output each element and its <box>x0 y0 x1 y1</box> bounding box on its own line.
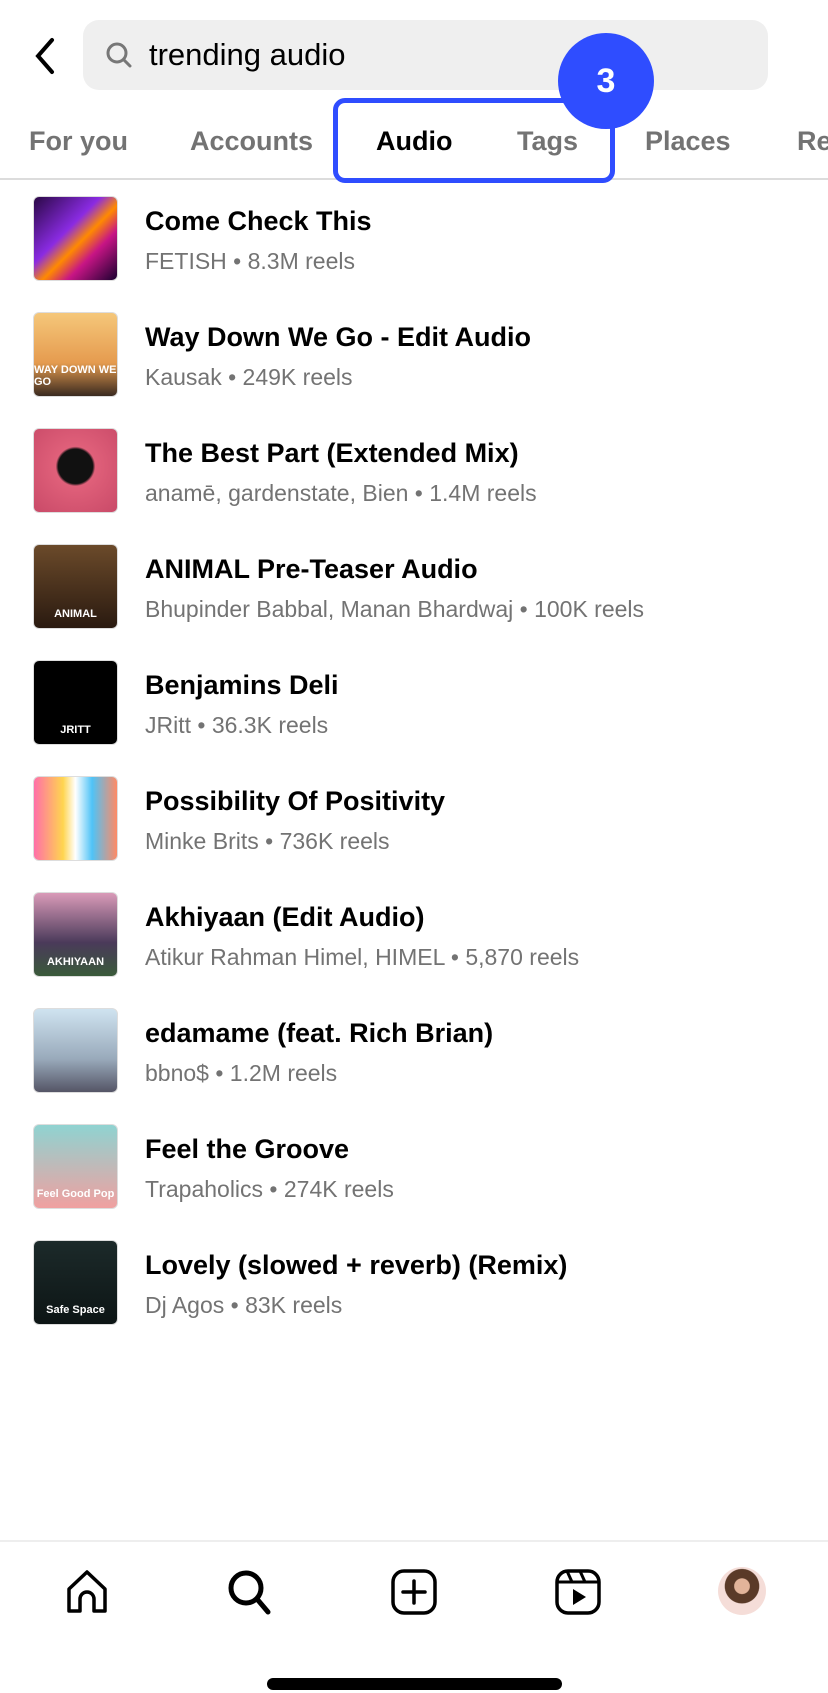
audio-title: Feel the Groove <box>145 1134 350 1164</box>
audio-artist-reels: Bhupinder Babbal, Manan Bhardwaj • 100K … <box>145 596 645 622</box>
audio-result-item[interactable]: Possibility Of Positivity Minke Brits • … <box>0 776 828 892</box>
audio-artist-reels: Minke Brits • 736K reels <box>145 828 390 854</box>
audio-artist-reels: JRitt • 36.3K reels <box>145 712 329 738</box>
cover-art-text: ANIMAL <box>54 608 97 620</box>
audio-cover-thumbnail: Feel Good Pop <box>33 1124 118 1209</box>
audio-cover-thumbnail <box>33 776 118 861</box>
audio-artist-reels: Dj Agos • 83K reels <box>145 1292 343 1318</box>
tab-places[interactable]: Places <box>645 126 731 157</box>
create-post-icon[interactable] <box>389 1567 439 1617</box>
audio-cover-thumbnail: ANIMAL <box>33 544 118 629</box>
audio-title: Lovely (slowed + reverb) (Remix) <box>145 1250 568 1280</box>
audio-artist-reels: bbno$ • 1.2M reels <box>145 1060 338 1086</box>
audio-cover-thumbnail: AKHIYAAN <box>33 892 118 977</box>
reels-icon[interactable] <box>553 1567 603 1617</box>
tab-reels[interactable]: Re <box>797 126 828 157</box>
bottom-nav-divider <box>0 1540 828 1542</box>
search-value: trending audio <box>149 37 346 72</box>
audio-cover-thumbnail: JRITT <box>33 660 118 745</box>
audio-cover-thumbnail <box>33 196 118 281</box>
audio-cover-thumbnail <box>33 1008 118 1093</box>
cover-art-text: Safe Space <box>46 1304 105 1316</box>
audio-result-item[interactable]: JRITT Benjamins Deli JRitt • 36.3K reels <box>0 660 828 776</box>
audio-result-item[interactable]: WAY DOWN WE GO Way Down We Go - Edit Aud… <box>0 312 828 428</box>
cover-art-text: AKHIYAAN <box>46 956 105 968</box>
audio-result-item[interactable]: The Best Part (Extended Mix) anamē, gard… <box>0 428 828 544</box>
profile-avatar[interactable] <box>718 1567 766 1615</box>
cover-art-text: WAY DOWN WE GO <box>34 364 117 388</box>
home-icon[interactable] <box>62 1567 112 1617</box>
audio-result-item[interactable]: edamame (feat. Rich Brian) bbno$ • 1.2M … <box>0 1008 828 1124</box>
audio-artist-reels: Kausak • 249K reels <box>145 364 353 390</box>
tab-for-you[interactable]: For you <box>29 126 128 157</box>
annotation-step-badge: 3 <box>558 33 654 129</box>
audio-title: ANIMAL Pre-Teaser Audio <box>145 554 478 584</box>
audio-cover-thumbnail <box>33 428 118 513</box>
audio-result-item[interactable]: Feel Good Pop Feel the Groove Trapaholic… <box>0 1124 828 1240</box>
audio-title: Akhiyaan (Edit Audio) <box>145 902 425 932</box>
audio-result-item[interactable]: ANIMAL ANIMAL Pre-Teaser Audio Bhupinder… <box>0 544 828 660</box>
search-icon <box>106 42 132 68</box>
audio-artist-reels: FETISH • 8.3M reels <box>145 248 355 274</box>
audio-title: Benjamins Deli <box>145 670 339 700</box>
search-input[interactable]: trending audio <box>83 20 768 90</box>
audio-results-list: Come Check This FETISH • 8.3M reels WAY D… <box>0 196 828 1356</box>
back-arrow-icon[interactable] <box>30 36 60 76</box>
audio-result-item[interactable]: AKHIYAAN Akhiyaan (Edit Audio) Atikur Ra… <box>0 892 828 1008</box>
home-indicator <box>267 1678 562 1690</box>
audio-title: Possibility Of Positivity <box>145 786 446 816</box>
audio-title: Way Down We Go - Edit Audio <box>145 322 531 352</box>
audio-cover-thumbnail: WAY DOWN WE GO <box>33 312 118 397</box>
audio-artist-reels: anamē, gardenstate, Bien • 1.4M reels <box>145 480 537 506</box>
audio-title: Come Check This <box>145 206 372 236</box>
audio-title: edamame (feat. Rich Brian) <box>145 1018 494 1048</box>
audio-result-item[interactable]: Safe Space Lovely (slowed + reverb) (Rem… <box>0 1240 828 1356</box>
audio-cover-thumbnail: Safe Space <box>33 1240 118 1325</box>
audio-result-item[interactable]: Come Check This FETISH • 8.3M reels <box>0 196 828 312</box>
search-nav-icon[interactable] <box>225 1567 275 1617</box>
audio-artist-reels: Atikur Rahman Himel, HIMEL • 5,870 reels <box>145 944 580 970</box>
audio-title: The Best Part (Extended Mix) <box>145 438 519 468</box>
tab-accounts[interactable]: Accounts <box>190 126 313 157</box>
audio-artist-reels: Trapaholics • 274K reels <box>145 1176 394 1202</box>
cover-art-text: JRITT <box>60 724 91 736</box>
cover-art-text: Feel Good Pop <box>36 1188 115 1200</box>
